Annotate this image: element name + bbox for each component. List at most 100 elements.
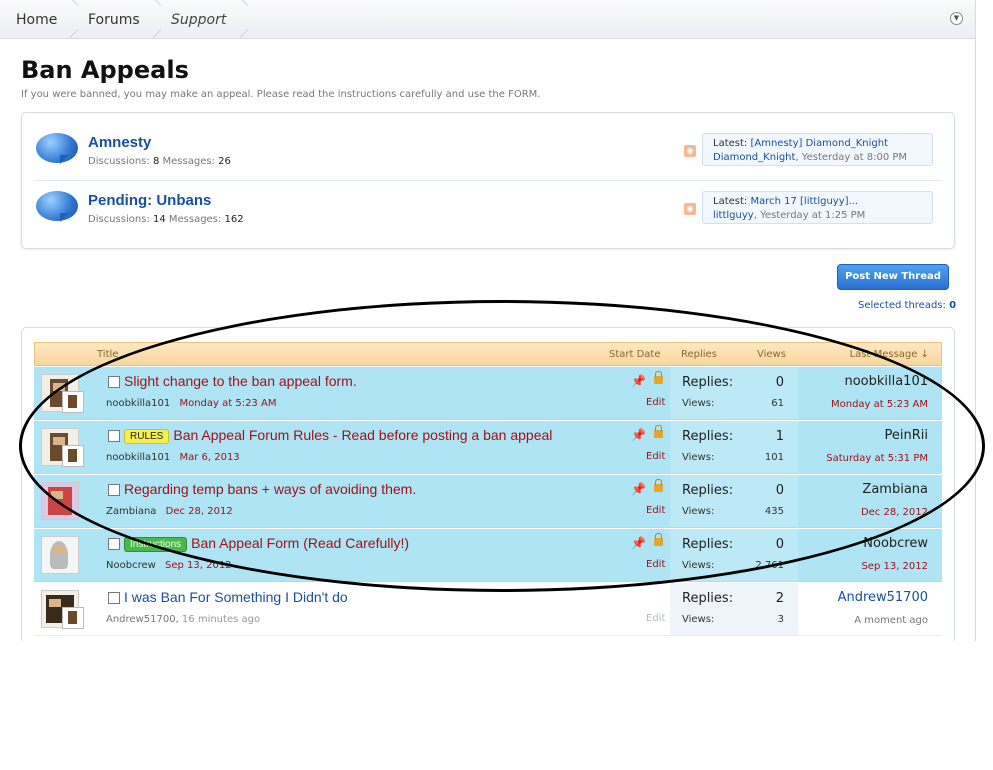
thread-title[interactable]: I was Ban For Something I Didn't do [124,589,348,605]
thread-meta: Andrew51700, 16 minutes ago [106,614,261,625]
last-poster[interactable]: Zambiana [862,482,928,497]
sort-start-date[interactable]: Start Date [609,343,661,367]
latest-post-box: Latest: March 17 [littlguyy]... littlguy… [702,191,933,224]
replies-label: Replies: [682,537,734,552]
thread-start-date[interactable]: Monday at 5:23 AM [179,398,276,409]
last-post-date[interactable]: Sep 13, 2012 [861,561,928,572]
subforum-item: Pending: Unbans Discussions: 14 Messages… [34,180,942,238]
thread-title[interactable]: Regarding temp bans + ways of avoiding t… [124,481,416,497]
breadcrumb: Home Forums Support ▼ [0,0,975,39]
last-post-date[interactable]: Dec 28, 2012 [861,507,928,518]
edit-link[interactable]: Edit [646,397,665,408]
last-poster-avatar[interactable] [62,445,84,467]
subforum-item: Amnesty Discussions: 8 Messages: 26 ◉ La… [34,122,942,181]
discussions-label: Discussions: [88,214,150,225]
replies-count: 0 [775,483,784,498]
messages-label: Messages: [168,214,222,225]
subforum-title[interactable]: Pending: Unbans [88,192,211,209]
latest-thread-link[interactable]: March 17 [littlguyy]... [750,196,858,207]
edit-link[interactable]: Edit [646,505,665,516]
thread-stats: Replies: 2 Views: 3 [670,583,798,635]
prefix-badge[interactable]: RULES [124,429,170,444]
edit-link[interactable]: Edit [646,613,665,624]
messages-count: 162 [224,214,244,225]
last-poster-avatar[interactable] [62,391,84,413]
breadcrumb-home[interactable]: Home [16,0,57,38]
subforum-list: Amnesty Discussions: 8 Messages: 26 ◉ La… [21,112,955,249]
avatar[interactable] [41,536,79,574]
latest-user-link[interactable]: littlguyy [713,210,754,221]
last-poster[interactable]: Noobcrew [863,536,928,551]
thread-checkbox[interactable] [108,376,120,388]
thread-author[interactable]: Noobcrew [106,560,156,571]
views-label: Views: [682,614,715,625]
thread-meta: noobkilla101 Monday at 5:23 AM [106,398,276,409]
last-poster[interactable]: PeinRii [885,428,928,443]
pin-icon: 📌 [631,374,646,388]
thread-start-date[interactable]: 16 minutes ago [182,614,260,625]
messages-label: Messages: [162,156,215,167]
thread-start-date[interactable]: Sep 13, 2012 [165,560,232,571]
thread-checkbox[interactable] [108,592,120,604]
thread-title[interactable]: Ban Appeal Forum Rules - Read before pos… [173,427,552,443]
thread-title-line: Instructions Ban Appeal Form (Read Carefu… [124,535,409,552]
lock-icon [654,533,663,546]
latest-thread-link[interactable]: [Amnesty] Diamond_Knight [750,138,888,149]
latest-label: Latest: [713,196,748,207]
last-poster[interactable]: Andrew51700 [838,590,928,605]
discussions-label: Discussions: [88,156,150,167]
selected-threads[interactable]: Selected threads: 0 [858,300,956,311]
sort-title[interactable]: Title [97,343,118,367]
edit-link[interactable]: Edit [646,451,665,462]
replies-label: Replies: [682,375,734,390]
last-post-date[interactable]: A moment ago [854,615,928,626]
thread-start-date[interactable]: Mar 6, 2013 [179,452,239,463]
lock-icon [654,479,663,492]
thread-checkbox[interactable] [108,484,120,496]
selected-threads-label: Selected threads: [858,300,946,311]
views-count: 101 [764,452,784,463]
subforum-stats: Discussions: 14 Messages: 162 [88,214,244,225]
subforum-title[interactable]: Amnesty [88,134,151,151]
replies-label: Replies: [682,429,734,444]
chevron-down-circle-icon[interactable]: ▼ [950,12,963,25]
table-row[interactable]: Slight change to the ban appeal form. no… [34,367,942,420]
last-post-date[interactable]: Monday at 5:23 AM [831,399,928,410]
avatar[interactable] [41,482,79,520]
breadcrumb-support[interactable]: Support [171,0,226,38]
thread-author[interactable]: noobkilla101 [106,398,170,409]
views-label: Views: [682,506,715,517]
views-count: 61 [771,398,784,409]
last-poster-avatar[interactable] [62,607,84,629]
sort-views[interactable]: Views [757,343,786,367]
thread-start-date[interactable]: Dec 28, 2012 [166,506,233,517]
views-label: Views: [682,398,715,409]
rss-icon[interactable]: ◉ [684,203,696,215]
thread-checkbox[interactable] [108,538,120,550]
last-post-date[interactable]: Saturday at 5:31 PM [826,453,928,464]
table-row[interactable]: I was Ban For Something I Didn't do Andr… [34,583,942,636]
last-poster[interactable]: noobkilla101 [844,374,928,389]
discussions-count: 14 [152,214,166,225]
breadcrumb-forums[interactable]: Forums [88,0,140,38]
thread-author[interactable]: Zambiana [106,506,156,517]
latest-user-link[interactable]: Diamond_Knight [713,152,795,163]
thread-title[interactable]: Slight change to the ban appeal form. [124,373,357,389]
rss-icon[interactable]: ◉ [684,145,696,157]
thread-meta: noobkilla101 Mar 6, 2013 [106,452,240,463]
thread-checkbox[interactable] [108,430,120,442]
thread-author[interactable]: Andrew51700 [106,614,176,625]
sort-replies[interactable]: Replies [681,343,717,367]
prefix-badge[interactable]: Instructions [124,537,188,552]
edit-link[interactable]: Edit [646,559,665,570]
table-row[interactable]: RULES Ban Appeal Forum Rules - Read befor… [34,421,942,474]
thread-author[interactable]: noobkilla101 [106,452,170,463]
subforum-stats: Discussions: 8 Messages: 26 [88,156,231,167]
thread-title[interactable]: Ban Appeal Form (Read Carefully!) [191,535,409,551]
table-row[interactable]: Instructions Ban Appeal Form (Read Carefu… [34,529,942,582]
thread-list: Title Start Date Replies Views Last Mess… [21,327,955,641]
breadcrumb-separator [147,0,161,38]
table-row[interactable]: Regarding temp bans + ways of avoiding t… [34,475,942,528]
post-new-thread-button[interactable]: Post New Thread [837,264,949,290]
sort-last-message[interactable]: Last Message ↓ [850,343,929,367]
